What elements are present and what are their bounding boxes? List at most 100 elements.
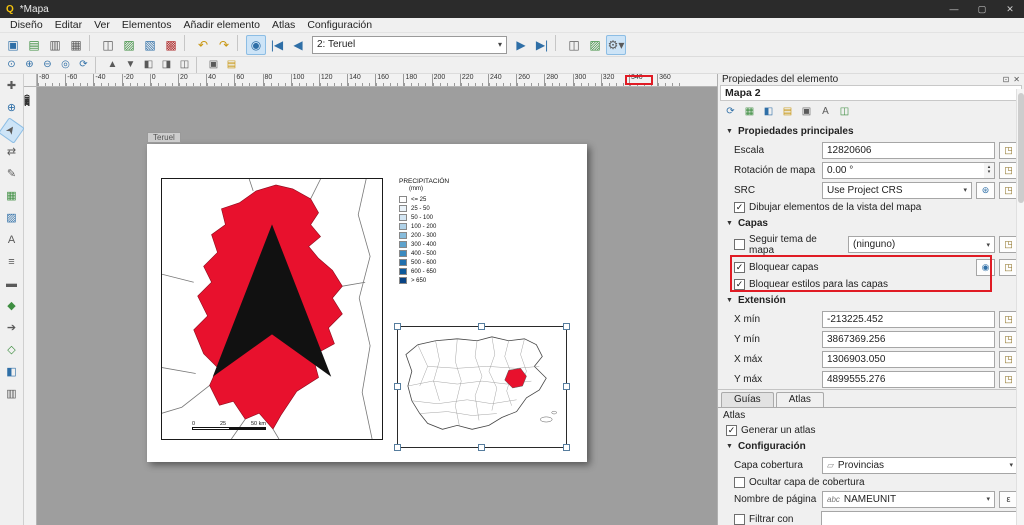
section-capas[interactable]: ▼ Capas bbox=[718, 214, 1024, 232]
view-current-extent-icon[interactable]: ◧ bbox=[761, 104, 776, 119]
atlas-settings-icon[interactable]: ⚙▾ bbox=[606, 35, 626, 55]
atlas-last-feature-icon[interactable]: ▶| bbox=[532, 35, 552, 55]
add-scalebar-icon[interactable]: ▬ bbox=[2, 275, 21, 294]
atlas-previous-feature-icon[interactable]: ◀ bbox=[288, 35, 308, 55]
redo-icon[interactable]: ↷ bbox=[214, 35, 234, 55]
separator[interactable] bbox=[95, 57, 101, 73]
filter-checkbox[interactable] bbox=[734, 514, 745, 525]
atlas-first-feature-icon[interactable]: |◀ bbox=[267, 35, 287, 55]
coverage-layer-dropdown[interactable]: ▱Provincias ▾ bbox=[822, 457, 1018, 474]
close-button[interactable]: ✕ bbox=[996, 0, 1024, 18]
legend-item[interactable]: PRECIPITACIÓN (mm) <= 25 25 - 5 bbox=[399, 178, 519, 285]
menu-anadir-elemento[interactable]: Añadir elemento bbox=[178, 19, 266, 31]
separator[interactable] bbox=[196, 57, 202, 73]
panel-close-icon[interactable]: ✕ bbox=[1013, 75, 1020, 84]
selection-handle[interactable] bbox=[394, 323, 401, 330]
labels-settings-icon[interactable]: A bbox=[818, 104, 833, 119]
lock-styles-checkbox[interactable]: ✓ bbox=[734, 279, 745, 290]
lock-layers-shortcut-icon[interactable]: ▣ bbox=[799, 104, 814, 119]
extent-input[interactable]: 1306903.050 bbox=[822, 351, 995, 368]
draw-canvas-items-checkbox[interactable]: ✓ bbox=[734, 202, 745, 213]
selection-handle[interactable] bbox=[478, 323, 485, 330]
spinner-control[interactable]: ▴ ▾ bbox=[984, 162, 995, 179]
separator[interactable] bbox=[184, 35, 190, 51]
menu-diseno[interactable]: Diseño bbox=[4, 19, 49, 31]
add-legend-icon[interactable]: ≡ bbox=[2, 253, 21, 272]
menu-elementos[interactable]: Elementos bbox=[116, 19, 178, 31]
map-theme-dropdown[interactable]: (ninguno) ▾ bbox=[848, 236, 995, 253]
clipping-settings-icon[interactable]: ◫ bbox=[837, 104, 852, 119]
hide-coverage-checkbox[interactable] bbox=[734, 477, 745, 488]
atlas-preview-icon[interactable]: ◉ bbox=[246, 35, 266, 55]
menu-atlas[interactable]: Atlas bbox=[266, 19, 301, 31]
separator[interactable] bbox=[237, 35, 243, 51]
menu-editar[interactable]: Editar bbox=[49, 19, 88, 31]
refresh-view-icon[interactable]: ⟳ bbox=[75, 58, 92, 73]
refresh-map-preview-icon[interactable]: ⟳ bbox=[723, 104, 738, 119]
add-node-shape-icon[interactable]: ◇ bbox=[2, 341, 21, 360]
select-crs-button[interactable]: ⊛ bbox=[976, 182, 995, 199]
zoom-tool-icon[interactable]: ⊕ bbox=[2, 99, 21, 118]
tab-atlas[interactable]: Atlas bbox=[776, 392, 824, 407]
minimize-button[interactable]: — bbox=[940, 0, 968, 18]
section-extension[interactable]: ▼ Extensión bbox=[718, 291, 1024, 309]
print-atlas-icon[interactable]: ◫ bbox=[564, 35, 584, 55]
pan-tool-icon[interactable]: ✚ bbox=[2, 77, 21, 96]
selection-handle[interactable] bbox=[394, 444, 401, 451]
add-arrow-icon[interactable]: ➔ bbox=[2, 319, 21, 338]
zoom-in-icon[interactable]: ⊕ bbox=[21, 58, 38, 73]
layout-manager-icon[interactable]: ▦ bbox=[66, 35, 86, 55]
selection-handle[interactable] bbox=[478, 444, 485, 451]
maximize-button[interactable]: ▢ bbox=[968, 0, 996, 18]
main-map-item[interactable]: 0 25 50 km bbox=[161, 178, 383, 440]
add-shape-icon[interactable]: ◆ bbox=[2, 297, 21, 316]
extent-input[interactable]: -213225.452 bbox=[822, 311, 995, 328]
selection-handle[interactable] bbox=[563, 323, 570, 330]
overview-map-item[interactable] bbox=[397, 326, 567, 448]
resize-items-icon[interactable]: ◫ bbox=[176, 58, 193, 73]
layout-page[interactable]: 0 25 50 km PRECIPITACIÓN (mm) bbox=[147, 144, 587, 462]
tab-guias[interactable]: Guías bbox=[721, 392, 774, 407]
set-map-extent-icon[interactable]: ▦ bbox=[742, 104, 757, 119]
add-label-icon[interactable]: A bbox=[2, 231, 21, 250]
crs-dropdown[interactable]: Use Project CRS ▾ bbox=[822, 182, 972, 199]
add-attribute-table-icon[interactable]: ▥ bbox=[2, 385, 21, 404]
select-move-item-tool-icon[interactable]: ➤ bbox=[0, 117, 25, 143]
follow-map-theme-checkbox[interactable] bbox=[734, 239, 745, 250]
page-name-dropdown[interactable]: abcNAMEUNIT ▾ bbox=[822, 491, 995, 508]
selection-handle[interactable] bbox=[394, 383, 401, 390]
add-map-icon[interactable]: ▦ bbox=[2, 187, 21, 206]
scale-input[interactable]: 12820606 bbox=[822, 142, 995, 159]
lower-items-icon[interactable]: ▼ bbox=[122, 58, 139, 73]
add-image-icon[interactable]: ▨ bbox=[2, 209, 21, 228]
zoom-actual-icon[interactable]: ◎ bbox=[57, 58, 74, 73]
atlas-feature-combo[interactable]: 2: Teruel ▾ bbox=[312, 36, 507, 54]
rotation-input[interactable]: 0.00 ° bbox=[822, 162, 984, 179]
layout-canvas[interactable]: Teruel 0 25 bbox=[37, 87, 717, 525]
section-atlas-configuracion[interactable]: ▼ Configuración bbox=[718, 437, 1024, 455]
generate-atlas-checkbox[interactable]: ✓ bbox=[726, 425, 737, 436]
panel-scrollbar[interactable] bbox=[1016, 89, 1024, 525]
separator[interactable] bbox=[89, 35, 95, 51]
print-icon[interactable]: ◫ bbox=[98, 35, 118, 55]
duplicate-layout-icon[interactable]: ▥ bbox=[45, 35, 65, 55]
export-atlas-icon[interactable]: ▨ bbox=[585, 35, 605, 55]
menu-ver[interactable]: Ver bbox=[88, 19, 116, 31]
export-pdf-icon[interactable]: ▩ bbox=[161, 35, 181, 55]
new-layout-icon[interactable]: ▤ bbox=[24, 35, 44, 55]
group-items-icon[interactable]: ▣ bbox=[205, 58, 222, 73]
atlas-next-feature-icon[interactable]: ▶ bbox=[511, 35, 531, 55]
align-items-icon[interactable]: ◧ bbox=[140, 58, 157, 73]
set-map-scale-icon[interactable]: ▤ bbox=[780, 104, 795, 119]
section-propiedades-principales[interactable]: ▼ Propiedades principales bbox=[718, 122, 1024, 140]
export-image-icon[interactable]: ▨ bbox=[119, 35, 139, 55]
menu-configuracion[interactable]: Configuración bbox=[301, 19, 378, 31]
add-html-icon[interactable]: ◧ bbox=[2, 363, 21, 382]
undo-icon[interactable]: ↶ bbox=[193, 35, 213, 55]
separator[interactable] bbox=[555, 35, 561, 51]
edit-nodes-tool-icon[interactable]: ✎ bbox=[2, 165, 21, 184]
raise-items-icon[interactable]: ▲ bbox=[104, 58, 121, 73]
selection-handle[interactable] bbox=[563, 444, 570, 451]
export-svg-icon[interactable]: ▧ bbox=[140, 35, 160, 55]
zoom-out-icon[interactable]: ⊖ bbox=[39, 58, 56, 73]
